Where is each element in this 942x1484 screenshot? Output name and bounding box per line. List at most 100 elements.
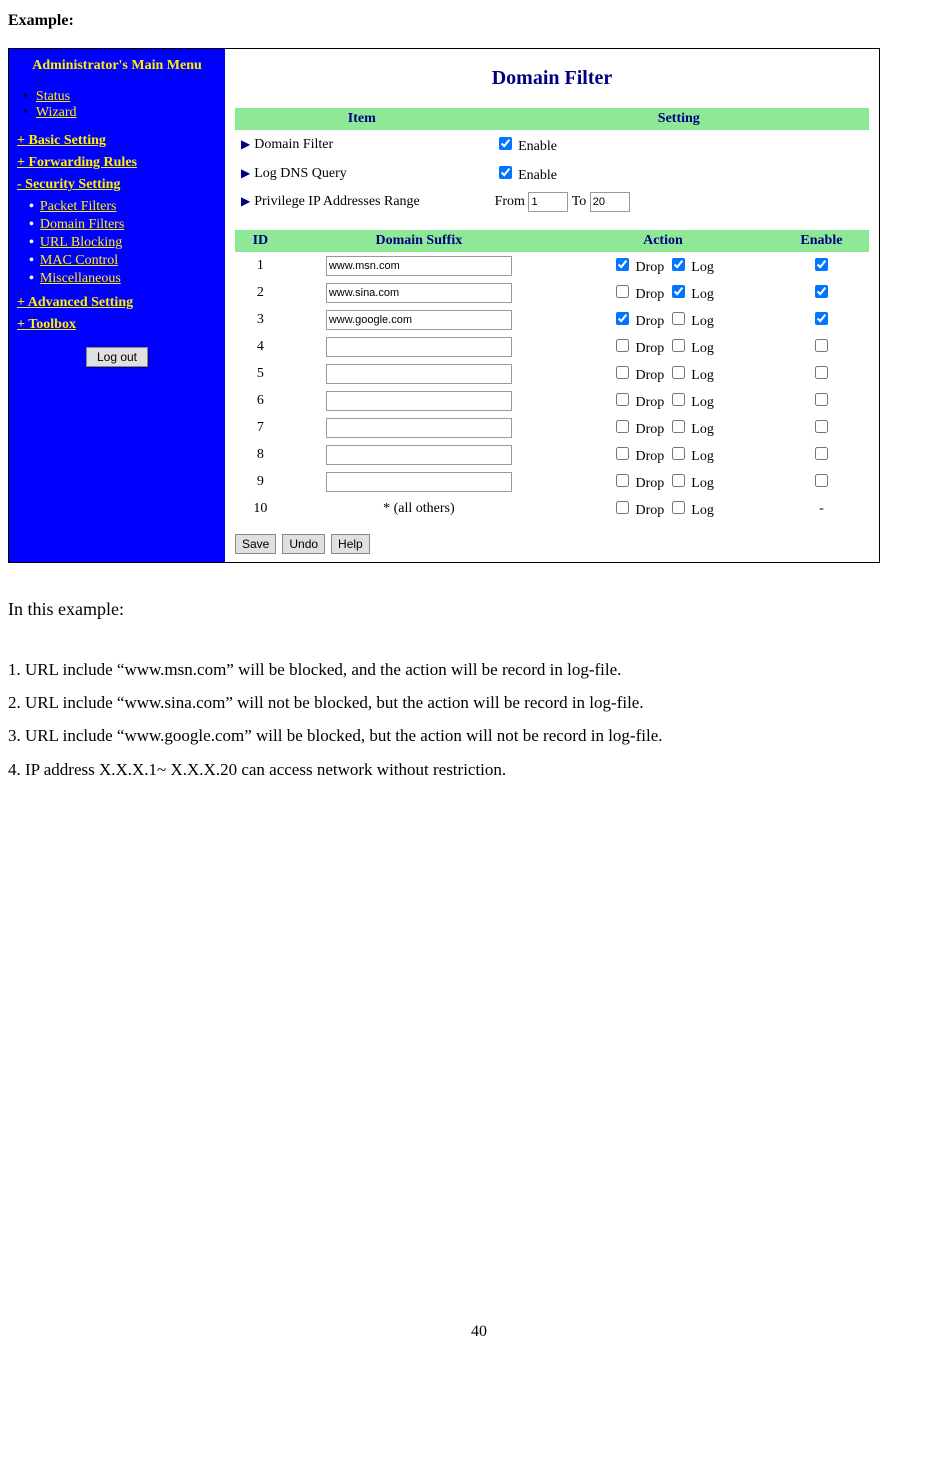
sidebar-link-status[interactable]: Status [36, 89, 70, 104]
rule-action-cell: Drop Log [552, 468, 774, 495]
rule-domain-cell [286, 360, 552, 387]
sidebar-link-url-blocking[interactable]: URL Blocking [40, 235, 122, 250]
from-input[interactable] [528, 192, 568, 212]
example-lines: 1. URL include “www.msn.com” will be blo… [8, 656, 942, 783]
domain-input[interactable] [326, 472, 512, 492]
log-checkbox[interactable] [672, 339, 685, 352]
enable-checkbox[interactable] [815, 366, 828, 379]
table-row: 9 Drop Log [235, 468, 869, 495]
domain-input[interactable] [326, 445, 512, 465]
drop-checkbox[interactable] [616, 339, 629, 352]
example-line: 3. URL include “www.google.com” will be … [8, 722, 942, 749]
rule-enable-cell [774, 441, 869, 468]
example-line: 4. IP address X.X.X.1~ X.X.X.20 can acce… [8, 756, 942, 783]
rule-domain-cell [286, 279, 552, 306]
rule-action-cell: Drop Log [552, 306, 774, 333]
drop-checkbox[interactable] [616, 420, 629, 433]
enable-checkbox[interactable] [815, 285, 828, 298]
enable-checkbox[interactable] [815, 474, 828, 487]
to-input[interactable] [590, 192, 630, 212]
drop-checkbox[interactable] [616, 366, 629, 379]
enable-checkbox[interactable] [815, 447, 828, 460]
sidebar-link-domain-filters[interactable]: Domain Filters [40, 217, 124, 232]
button-row: Save Undo Help [235, 534, 869, 554]
rule-id: 6 [235, 387, 286, 414]
bullet-icon: ▶ [241, 166, 250, 180]
sidebar: Administrator's Main Menu Status Wizard … [9, 49, 225, 562]
log-checkbox[interactable] [672, 474, 685, 487]
log-checkbox[interactable] [672, 312, 685, 325]
table-row: 6 Drop Log [235, 387, 869, 414]
log-checkbox[interactable] [672, 285, 685, 298]
enable-checkbox[interactable] [815, 339, 828, 352]
table-row: 2 Drop Log [235, 279, 869, 306]
sidebar-cat-security[interactable]: - Security Setting [17, 177, 217, 193]
sidebar-cat-basic[interactable]: + Basic Setting [17, 133, 217, 149]
sidebar-link-wizard[interactable]: Wizard [36, 105, 77, 120]
save-button[interactable]: Save [235, 534, 276, 554]
rule-id: 3 [235, 306, 286, 333]
rule-action-cell: Drop Log [552, 360, 774, 387]
drop-checkbox[interactable] [616, 501, 629, 514]
rule-action-cell: Drop Log [552, 252, 774, 279]
domain-input[interactable] [326, 337, 512, 357]
item-label: Log DNS Query [254, 166, 347, 181]
enable-checkbox[interactable] [815, 393, 828, 406]
log-checkbox[interactable] [672, 420, 685, 433]
domain-input[interactable] [326, 391, 512, 411]
help-button[interactable]: Help [331, 534, 370, 554]
domain-filter-enable-checkbox[interactable] [499, 137, 512, 150]
sidebar-link-packet-filters[interactable]: Packet Filters [40, 199, 117, 214]
rules-table: ID Domain Suffix Action Enable 1 Drop Lo… [235, 230, 869, 522]
sidebar-link-mac-control[interactable]: MAC Control [40, 253, 118, 268]
domain-input[interactable] [326, 418, 512, 438]
enable-checkbox[interactable] [815, 312, 828, 325]
rule-domain-cell [286, 387, 552, 414]
sidebar-link-misc[interactable]: Miscellaneous [40, 271, 121, 286]
log-checkbox[interactable] [672, 393, 685, 406]
page-number: 40 [8, 1323, 942, 1341]
enable-checkbox[interactable] [815, 258, 828, 271]
table-row: 1 Drop Log [235, 252, 869, 279]
domain-input[interactable] [326, 256, 512, 276]
log-checkbox[interactable] [672, 501, 685, 514]
enable-label: Enable [518, 168, 557, 183]
log-checkbox[interactable] [672, 366, 685, 379]
from-label: From [495, 194, 525, 209]
enable-label: Enable [518, 139, 557, 154]
log-dns-enable-checkbox[interactable] [499, 166, 512, 179]
rule-domain-cell: * (all others) [286, 495, 552, 522]
rule-id: 10 [235, 495, 286, 522]
rule-enable-cell [774, 252, 869, 279]
drop-checkbox[interactable] [616, 474, 629, 487]
logout-button[interactable]: Log out [86, 347, 148, 367]
log-checkbox[interactable] [672, 447, 685, 460]
drop-checkbox[interactable] [616, 312, 629, 325]
log-checkbox[interactable] [672, 258, 685, 271]
example-line: 1. URL include “www.msn.com” will be blo… [8, 656, 942, 683]
rule-action-cell: Drop Log [552, 495, 774, 522]
example-intro: In this example: [8, 599, 942, 620]
page-title: Domain Filter [235, 67, 869, 90]
rule-action-cell: Drop Log [552, 279, 774, 306]
rule-action-cell: Drop Log [552, 387, 774, 414]
domain-input[interactable] [326, 310, 512, 330]
drop-checkbox[interactable] [616, 258, 629, 271]
rule-action-cell: Drop Log [552, 333, 774, 360]
drop-checkbox[interactable] [616, 393, 629, 406]
sidebar-cat-advanced[interactable]: + Advanced Setting [17, 295, 217, 311]
section-heading: Example: [8, 12, 942, 30]
drop-checkbox[interactable] [616, 285, 629, 298]
domain-input[interactable] [326, 364, 512, 384]
sidebar-cat-toolbox[interactable]: + Toolbox [17, 317, 217, 333]
rule-domain-cell [286, 333, 552, 360]
enable-checkbox[interactable] [815, 420, 828, 433]
drop-checkbox[interactable] [616, 447, 629, 460]
row-log-dns: ▶ Log DNS Query Enable [235, 159, 869, 188]
undo-button[interactable]: Undo [282, 534, 325, 554]
domain-input[interactable] [326, 283, 512, 303]
sidebar-cat-forwarding[interactable]: + Forwarding Rules [17, 155, 217, 171]
rule-enable-cell [774, 468, 869, 495]
rule-enable-cell [774, 279, 869, 306]
rule-domain-cell [286, 468, 552, 495]
